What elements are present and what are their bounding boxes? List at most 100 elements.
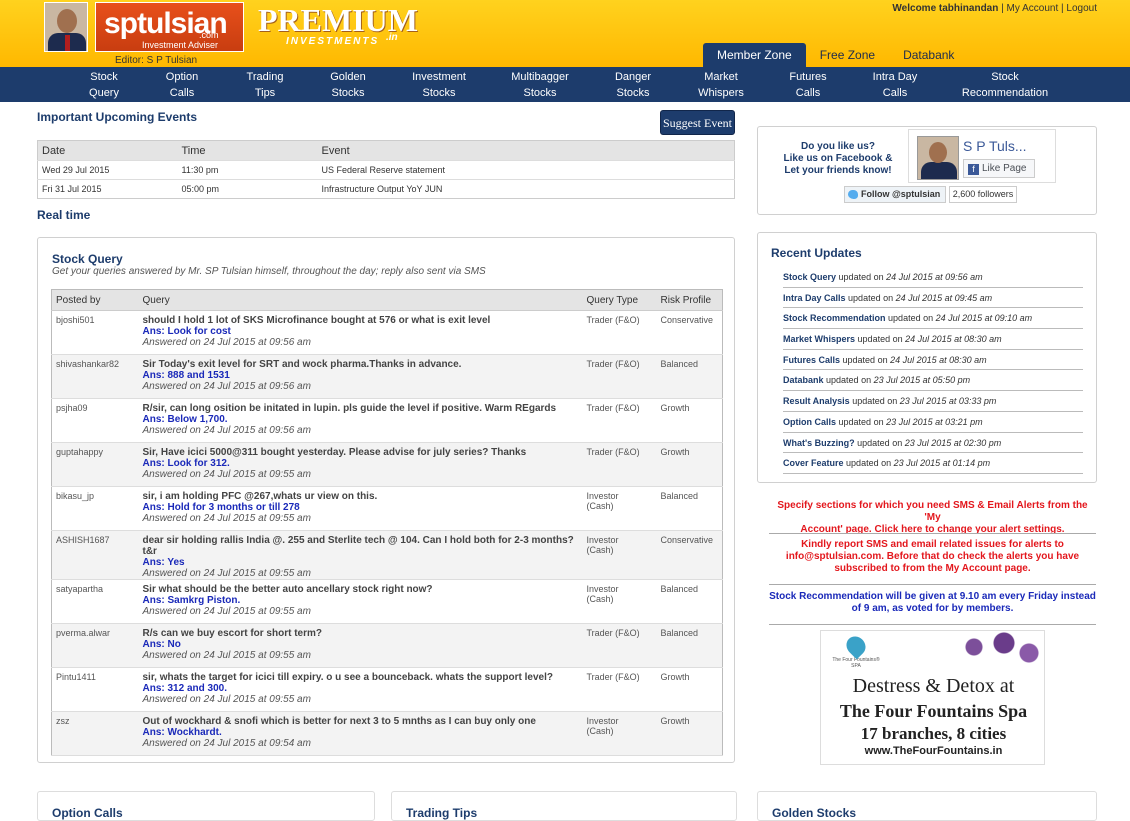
editor-label: Editor: S P Tulsian: [115, 55, 198, 66]
update-section-link[interactable]: Intra Day Calls: [783, 293, 846, 303]
update-section-link[interactable]: Cover Feature: [783, 458, 844, 468]
tab-databank[interactable]: Databank: [889, 43, 968, 67]
posted-by: psjha09: [51, 398, 139, 443]
answer-text: Ans: 312 and 300.: [142, 683, 227, 694]
tab-member-zone[interactable]: Member Zone: [703, 43, 806, 67]
answer-text: Ans: Wockhardt.: [142, 727, 222, 738]
update-section-link[interactable]: Stock Query: [783, 272, 836, 282]
twitter-follow-button[interactable]: Follow @sptulsian: [844, 186, 946, 203]
logout-link[interactable]: Logout: [1066, 3, 1097, 14]
update-date: 24 Jul 2015 at 09:56 am: [886, 272, 983, 282]
update-section-link[interactable]: Option Calls: [783, 417, 836, 427]
posted-by: bikasu_jp: [51, 486, 139, 531]
nav-item[interactable]: Stock Recommendation: [945, 69, 1065, 101]
update-section-link[interactable]: What's Buzzing?: [783, 438, 855, 448]
ad-line: The Four Fountains Spa: [839, 701, 1028, 721]
panel-title[interactable]: Trading Tips: [406, 806, 477, 820]
updated-on-label: updated on: [848, 292, 894, 303]
query-cell: sir, whats the target for icici till exp…: [138, 667, 583, 712]
update-section-link[interactable]: Market Whispers: [783, 334, 855, 344]
risk-profile: Balanced: [656, 623, 723, 668]
updated-on-label: updated on: [842, 354, 888, 365]
events-title: Important Upcoming Events: [37, 110, 198, 124]
follow-label: Follow @sptulsian: [861, 189, 941, 199]
query-type-line: Investor: [586, 584, 619, 594]
column-header: Query: [138, 289, 583, 311]
answered-time: Answered on 24 Jul 2015 at 09:55 am: [142, 694, 311, 705]
column-header: Time: [177, 140, 318, 161]
trading-tips-panel: Trading Tips: [391, 791, 737, 821]
panel-title[interactable]: Option Calls: [52, 806, 123, 820]
divider: [769, 584, 1096, 585]
stock-query-table: Posted by Query Query Type Risk Profile …: [51, 289, 723, 756]
posted-by: Pintu1411: [51, 667, 139, 712]
update-section-link[interactable]: Stock Recommendation: [783, 313, 886, 323]
list-item: Cover Feature updated on 23 Jul 2015 at …: [783, 453, 1083, 474]
update-date: 23 Jul 2015 at 01:14 pm: [893, 458, 991, 469]
spa-leaf-icon: [842, 632, 870, 660]
posted-by: zsz: [51, 711, 139, 756]
my-account-link[interactable]: My Account: [1007, 3, 1059, 14]
events-table: Date Time Event Wed 29 Jul 2015 11:30 pm…: [37, 140, 735, 199]
facebook-icon: f: [968, 164, 979, 175]
divider: [769, 624, 1096, 625]
stock-query-subtitle: Get your queries answered by Mr. SP Tuls…: [52, 266, 486, 277]
list-item: Futures Calls updated on 24 Jul 2015 at …: [783, 350, 1083, 371]
stock-query-title[interactable]: Stock Query: [52, 252, 123, 266]
updated-on-label: updated on: [852, 396, 898, 407]
answered-time: Answered on 24 Jul 2015 at 09:55 am: [142, 650, 311, 661]
table-row: satyapartha Sir what should be the better…: [51, 579, 723, 624]
prompt-line: Let your friends know!: [784, 165, 892, 176]
panel-title[interactable]: Golden Stocks: [772, 806, 856, 820]
nav-item[interactable]: Intra Day Calls: [835, 69, 955, 101]
list-item: Market Whispers updated on 24 Jul 2015 a…: [783, 329, 1083, 350]
update-date: 23 Jul 2015 at 03:21 pm: [886, 416, 983, 427]
table-row: shivashankar82 Sir Today's exit level for…: [51, 354, 723, 399]
query-text: Out of wockhard & snofi which is better …: [142, 716, 536, 727]
table-row: Fri 31 Jul 2015 05:00 pm Infrastructure …: [37, 179, 735, 199]
facebook-page-card: S P Tuls... f Like Page: [908, 129, 1056, 183]
suggest-event-button[interactable]: Suggest Event: [660, 110, 735, 135]
query-cell: should I hold 1 lot of SKS Microfinance …: [138, 310, 583, 355]
facebook-avatar[interactable]: [917, 136, 959, 180]
like-label: Like Page: [982, 163, 1027, 174]
facebook-like-button[interactable]: f Like Page: [963, 159, 1035, 178]
query-type-line: (Cash): [586, 594, 614, 604]
ad-url: www.TheFourFountains.in: [864, 745, 1003, 757]
update-date: 24 Jul 2015 at 08:30 am: [905, 334, 1002, 345]
premium-logo-sub: INVESTMENTS: [286, 36, 380, 47]
list-item: Stock Query updated on 24 Jul 2015 at 09…: [783, 267, 1083, 288]
option-calls-panel: Option Calls: [37, 791, 375, 821]
separator: |: [1001, 3, 1004, 14]
risk-profile: Growth: [656, 442, 723, 487]
sptulsian-logo[interactable]: sptulsian .com Investment Adviser: [95, 2, 244, 52]
table-row: Pintu1411 sir, whats the target for icici…: [51, 667, 723, 712]
tab-free-zone[interactable]: Free Zone: [806, 43, 889, 67]
updated-on-label: updated on: [846, 458, 892, 469]
event-time: 11:30 pm: [177, 160, 318, 180]
answer-text: Ans: Hold for 3 months or till 278: [142, 502, 300, 513]
query-text: Sir, Have icici 5000@311 bought yesterda…: [142, 447, 527, 458]
spa-advertisement[interactable]: The Four Fountains® SPA Destress & Detox…: [820, 630, 1045, 765]
update-section-link[interactable]: Result Analysis: [783, 396, 850, 406]
query-type-line: Trader (F&O): [586, 447, 640, 457]
facebook-page-name[interactable]: S P Tuls...: [963, 138, 1027, 154]
update-date: 24 Jul 2015 at 09:10 am: [935, 313, 1033, 324]
update-section-link[interactable]: Databank: [783, 375, 824, 385]
logo-tagline: Investment Adviser: [142, 40, 219, 50]
list-item: Databank updated on 23 Jul 2015 at 05:50…: [783, 370, 1083, 392]
twitter-follower-count[interactable]: 2,600 followers: [949, 186, 1017, 203]
premium-logo[interactable]: PREMIUM INVESTMENTS .in: [256, 2, 418, 52]
social-panel: Do you like us? Like us on Facebook & Le…: [757, 126, 1097, 215]
query-cell: sir, i am holding PFC @267,whats ur view…: [138, 486, 583, 531]
query-cell: Sir Today's exit level for SRT and wock …: [138, 354, 583, 399]
update-section-link[interactable]: Futures Calls: [783, 355, 840, 365]
welcome-text: Welcome tabhinandan: [892, 3, 999, 14]
query-type: Investor (Cash): [582, 711, 657, 756]
update-date: 23 Jul 2015 at 05:50 pm: [873, 375, 971, 386]
table-row: pverma.alwar R/s can we buy escort for sh…: [51, 623, 723, 668]
posted-by: shivashankar82: [51, 354, 139, 399]
editor-photo: [44, 2, 88, 52]
answered-time: Answered on 24 Jul 2015 at 09:56 am: [142, 337, 311, 348]
event-date: Wed 29 Jul 2015: [37, 160, 178, 180]
